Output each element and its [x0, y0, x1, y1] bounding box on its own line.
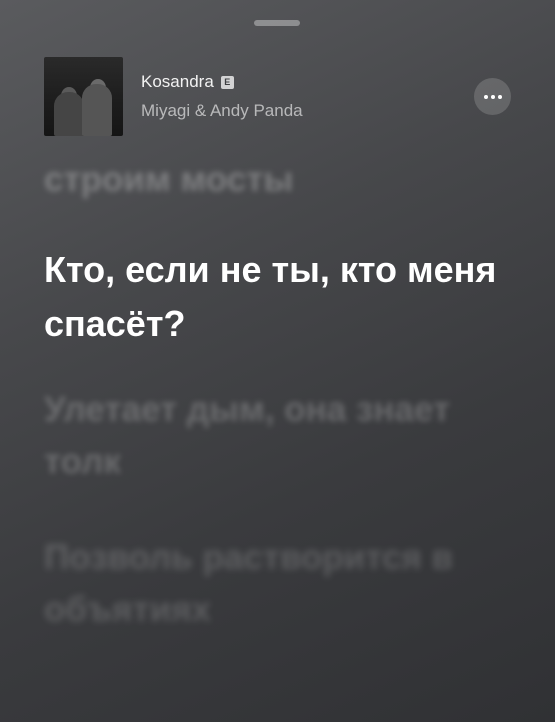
lyric-line-current[interactable]: Кто, если не ты, кто меня спасёт? — [44, 243, 515, 351]
artwork-figure — [82, 84, 112, 136]
track-title-row[interactable]: Kosandra E — [141, 72, 234, 92]
album-artwork[interactable] — [44, 57, 123, 136]
track-artist[interactable]: Miyagi & Andy Panda — [141, 101, 303, 121]
now-playing-header: Kosandra E Miyagi & Andy Panda — [44, 57, 511, 137]
explicit-badge: E — [220, 75, 234, 89]
lyric-line-next[interactable]: Позволь растворится в объятиях — [44, 532, 515, 636]
artwork-figure — [54, 92, 84, 136]
sheet-grabber-handle[interactable] — [254, 20, 300, 26]
more-options-button[interactable] — [474, 78, 511, 115]
lyric-line-previous[interactable]: строим мосты — [44, 154, 515, 206]
ellipsis-icon-dot — [497, 94, 502, 99]
lyric-line-next[interactable]: Улетает дым, она знает толк — [44, 384, 515, 488]
ellipsis-icon — [483, 94, 488, 99]
ellipsis-icon-dot — [490, 94, 495, 99]
track-title: Kosandra — [141, 72, 214, 91]
